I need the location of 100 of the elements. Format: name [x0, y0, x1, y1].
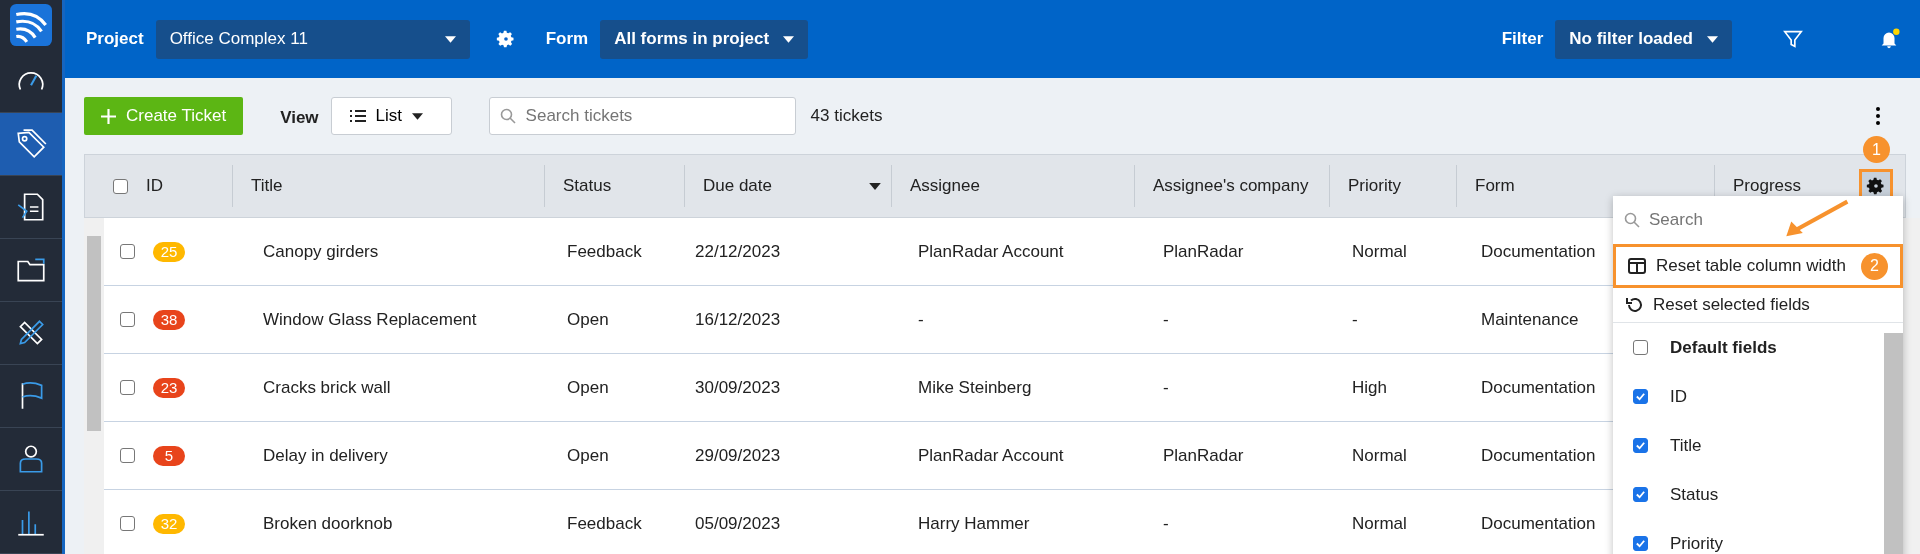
form-dropdown[interactable]: All forms in project: [600, 19, 809, 59]
row-checkbox[interactable]: [120, 516, 135, 531]
annotation-badge: 2: [1861, 252, 1888, 280]
table-cell: 05/09/2023: [695, 513, 781, 534]
table-cell: Maintenance: [1481, 309, 1579, 330]
table-cell: Documentation: [1481, 513, 1596, 534]
scrollbar[interactable]: [84, 218, 104, 554]
check-icon: [1635, 489, 1646, 500]
table-cell: Documentation: [1481, 445, 1596, 466]
table-cell: Canopy girders: [263, 241, 379, 262]
view-dropdown[interactable]: List: [330, 97, 452, 135]
column-header[interactable]: Assignee: [910, 165, 1124, 207]
field-label: Priority: [1670, 533, 1723, 554]
table-cell: 22/12/2023: [695, 241, 781, 262]
column-header[interactable]: Due date: [703, 165, 881, 207]
table-cell: -: [1163, 309, 1169, 330]
column-header[interactable]: Assignee's company: [1153, 165, 1319, 207]
plus-icon: [101, 108, 116, 124]
row-checkbox[interactable]: [120, 244, 135, 259]
field-label: Default fields: [1670, 337, 1777, 358]
table-cell: PlanRadar Account: [918, 445, 1064, 466]
table-cell: PlanRadar: [1163, 241, 1244, 262]
search-field[interactable]: Search tickets: [488, 97, 796, 135]
settings-icon: [1866, 176, 1886, 196]
field-label: Status: [1670, 484, 1719, 505]
table-cell: 16/12/2023: [695, 309, 781, 330]
table-cell: Normal: [1352, 445, 1407, 466]
table-cell: 29/09/2023: [695, 445, 781, 466]
ticket-id-badge: 38: [153, 309, 185, 330]
menu-item[interactable]: Reset table column width 2: [1613, 244, 1903, 288]
caret-icon: [444, 35, 456, 43]
table-cell: 30/09/2023: [695, 377, 781, 398]
ticket-count: 43 tickets: [810, 106, 883, 126]
field-checkbox[interactable]: [1633, 438, 1648, 453]
filter-icon[interactable]: [1782, 28, 1804, 50]
table-cell: Feedback: [567, 513, 642, 534]
check-icon: [1635, 391, 1646, 402]
scrollbar[interactable]: [1884, 333, 1903, 554]
ticket-id-badge: 5: [153, 445, 185, 466]
ticket-id-badge: 25: [153, 241, 185, 262]
select-all-checkbox[interactable]: [113, 178, 128, 194]
tag-icon: [14, 127, 48, 161]
check-icon: [1635, 440, 1646, 451]
filter-dropdown[interactable]: No filter loaded: [1555, 19, 1732, 59]
field-checkbox[interactable]: [1633, 340, 1648, 355]
table-cell: Open: [567, 309, 609, 330]
project-dropdown[interactable]: Office Complex 11: [155, 19, 470, 59]
logo-icon: [10, 4, 52, 46]
filter-label: Filter: [1501, 29, 1544, 49]
sort-caret-icon: [869, 182, 881, 190]
project-label: Project: [86, 29, 144, 49]
check-icon: [1635, 538, 1646, 549]
column-header[interactable]: Title: [251, 165, 534, 207]
row-checkbox[interactable]: [120, 312, 135, 327]
caret-icon: [783, 35, 795, 43]
table-cell: Delay in delivery: [263, 445, 388, 466]
field-label: Title: [1670, 435, 1702, 456]
table-cell: Window Glass Replacement: [263, 309, 477, 330]
column-header[interactable]: Priority: [1348, 165, 1446, 207]
field-checkbox[interactable]: [1633, 487, 1648, 502]
caret-icon: [1707, 35, 1718, 43]
table-cell: Documentation: [1481, 377, 1596, 398]
more-options-icon[interactable]: [1875, 106, 1881, 126]
search-icon: [1624, 212, 1640, 228]
form-label: Form: [545, 29, 589, 49]
undo-icon: [1625, 296, 1643, 314]
row-checkbox[interactable]: [120, 448, 135, 463]
settings-icon[interactable]: [495, 29, 516, 49]
field-checkbox[interactable]: [1633, 389, 1648, 404]
list-icon: [349, 110, 366, 122]
caret-icon: [412, 112, 424, 120]
column-header[interactable]: Status: [563, 165, 674, 207]
table-cell: PlanRadar Account: [918, 241, 1064, 262]
ticket-id-badge: 23: [153, 377, 185, 398]
scrollbar[interactable]: [1903, 218, 1920, 554]
table-cell: Documentation: [1481, 241, 1596, 262]
table-cell: Open: [567, 445, 609, 466]
annotation-badge: 1: [1863, 136, 1890, 163]
table-cell: Normal: [1352, 241, 1407, 262]
table-cell: -: [918, 309, 924, 330]
table-cell: Normal: [1352, 513, 1407, 534]
table-cell: Feedback: [567, 241, 642, 262]
table-cell: Mike Steinberg: [918, 377, 1032, 398]
table-cell: High: [1352, 377, 1387, 398]
column-header[interactable]: ID: [146, 165, 222, 207]
table-cell: -: [1352, 309, 1358, 330]
row-checkbox[interactable]: [120, 380, 135, 395]
sidebar-item[interactable]: [0, 113, 62, 176]
field-checkbox[interactable]: [1633, 536, 1648, 551]
table-cell: -: [1163, 513, 1169, 534]
table-cell: PlanRadar: [1163, 445, 1244, 466]
ticket-id-badge: 32: [153, 513, 185, 534]
table-cell: Open: [567, 377, 609, 398]
menu-item[interactable]: Reset selected fields: [1613, 288, 1903, 322]
columns-icon: [1628, 257, 1646, 275]
table-cell: Harry Hammer: [918, 513, 1030, 534]
view-label: View: [280, 108, 319, 128]
table-cell: -: [1163, 377, 1169, 398]
table-cell: Broken doorknob: [263, 513, 393, 534]
field-label: ID: [1670, 386, 1687, 407]
